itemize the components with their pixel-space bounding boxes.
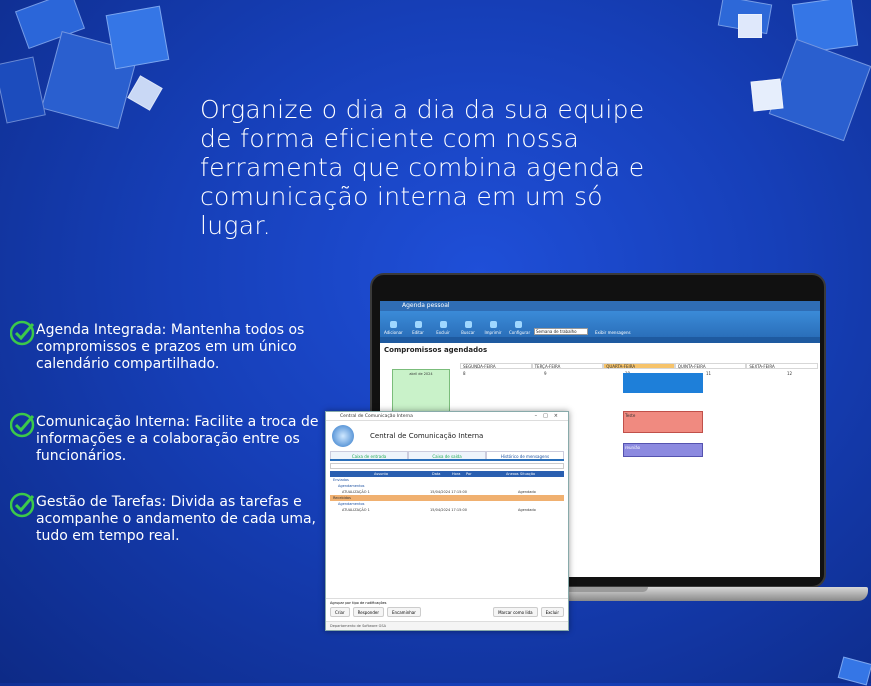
print-button[interactable]: Imprimir <box>484 321 502 335</box>
window-title: Agenda pessoal <box>380 301 820 311</box>
day-header: QUINTA-FEIRA <box>674 363 747 369</box>
decorative-cube <box>738 14 762 38</box>
week-header: SEGUNDA-FEIRA TERÇA-FEIRA QUARTA-FEIRA Q… <box>460 363 818 369</box>
day-header: SEXTA-FEIRA <box>746 363 818 369</box>
dialog-footer: Agrupar por tipo de notificações Criar R… <box>326 598 568 620</box>
print-icon <box>489 321 497 328</box>
table-header: Assunto Data Hora Por Anexos Situação <box>330 471 564 477</box>
day-number: 8 <box>463 371 466 376</box>
decorative-cube <box>127 75 163 111</box>
delete-icon <box>439 321 447 328</box>
feature-item: Comunicação Interna: Facilite a troca de… <box>10 412 340 465</box>
add-button[interactable]: Adicionar <box>384 321 403 335</box>
view-select[interactable]: Semana de trabalho <box>534 327 588 335</box>
delete-button[interactable]: Excluir <box>540 607 564 617</box>
decorative-cube <box>0 56 46 124</box>
ribbon-toolbar: Adicionar Editar Excluir Buscar Imprimir… <box>380 311 820 337</box>
create-button[interactable]: Criar <box>330 607 350 617</box>
table-row[interactable]: ATUALIZAÇÃO 1 15/04/2024 17:15:00 Agendado <box>330 489 564 495</box>
settings-button[interactable]: Configurar <box>509 321 530 335</box>
feature-item: Gestão de Tarefas: Divida as tarefas e a… <box>10 492 340 545</box>
table-row[interactable]: ATUALIZAÇÃO 1 15/04/2024 17:15:00 Agendado <box>330 507 564 513</box>
decorative-cube <box>837 656 871 686</box>
communication-dialog: Central de Comunicação Interna –□× Centra… <box>325 411 569 631</box>
reply-button[interactable]: Responder <box>352 607 384 617</box>
checkmark-icon <box>10 320 35 346</box>
forward-button[interactable]: Encaminhar <box>386 607 421 617</box>
chat-icon <box>332 425 354 447</box>
day-header-today: QUARTA-FEIRA <box>603 363 675 369</box>
feature-text: Gestão de Tarefas: Divida as tarefas e a… <box>36 494 316 544</box>
add-icon <box>389 321 397 328</box>
decorative-cube <box>750 78 784 112</box>
checkmark-icon <box>10 492 35 518</box>
mini-calendar-month: abril de 2024 <box>409 372 433 376</box>
window-controls[interactable]: –□× <box>535 412 564 421</box>
status-bar: Departamento de Software GSA <box>326 621 568 630</box>
headline: Organize o dia a dia da sua equipe de fo… <box>200 95 645 240</box>
feature-text: Agenda Integrada: Mantenha todos os comp… <box>36 322 305 372</box>
today-block[interactable] <box>623 373 703 393</box>
day-header: SEGUNDA-FEIRA <box>460 363 532 369</box>
group-by-checkbox[interactable]: Agrupar por tipo de notificações <box>326 599 568 607</box>
day-number: 12 <box>787 371 793 376</box>
day-number: 11 <box>706 371 712 376</box>
tab-history[interactable]: Histórico de mensagens <box>486 451 564 459</box>
edit-button[interactable]: Editar <box>409 321 427 335</box>
checkmark-icon <box>10 412 35 438</box>
search-icon <box>464 321 472 328</box>
delete-button[interactable]: Excluir <box>434 321 452 335</box>
mini-calendar[interactable]: abril de 2024 <box>392 369 450 415</box>
event-block[interactable]: reunião <box>623 443 703 457</box>
section-title: Compromissos agendados <box>384 346 488 354</box>
day-number: 9 <box>544 371 547 376</box>
dialog-tabs: Caixa de entrada Caixa de saída Históric… <box>330 451 564 461</box>
day-header: TERÇA-FEIRA <box>531 363 604 369</box>
event-block[interactable]: Teste <box>623 411 703 433</box>
edit-icon <box>414 321 422 328</box>
dialog-title: Central de Comunicação Interna –□× <box>326 412 568 421</box>
feature-item: Agenda Integrada: Mantenha todos os comp… <box>10 320 340 373</box>
decorative-cube <box>105 5 170 70</box>
feature-text: Comunicação Interna: Facilite a troca de… <box>36 414 319 464</box>
mark-read-button[interactable]: Marcar como lida <box>493 607 538 617</box>
dialog-header: Central de Comunicação Interna <box>326 421 568 451</box>
footer-buttons: Criar Responder Encaminhar Marcar como l… <box>326 607 568 617</box>
decorative-cube <box>768 38 871 142</box>
message-table: Assunto Data Hora Por Anexos Situação En… <box>330 471 564 513</box>
filter-toggle[interactable]: Exibir mensagens <box>595 330 631 335</box>
search-button[interactable]: Buscar <box>459 321 477 335</box>
search-input[interactable] <box>330 463 564 469</box>
gear-icon <box>514 321 522 328</box>
tab-inbox[interactable]: Caixa de entrada <box>330 451 408 459</box>
tab-outbox[interactable]: Caixa de saída <box>408 451 486 459</box>
